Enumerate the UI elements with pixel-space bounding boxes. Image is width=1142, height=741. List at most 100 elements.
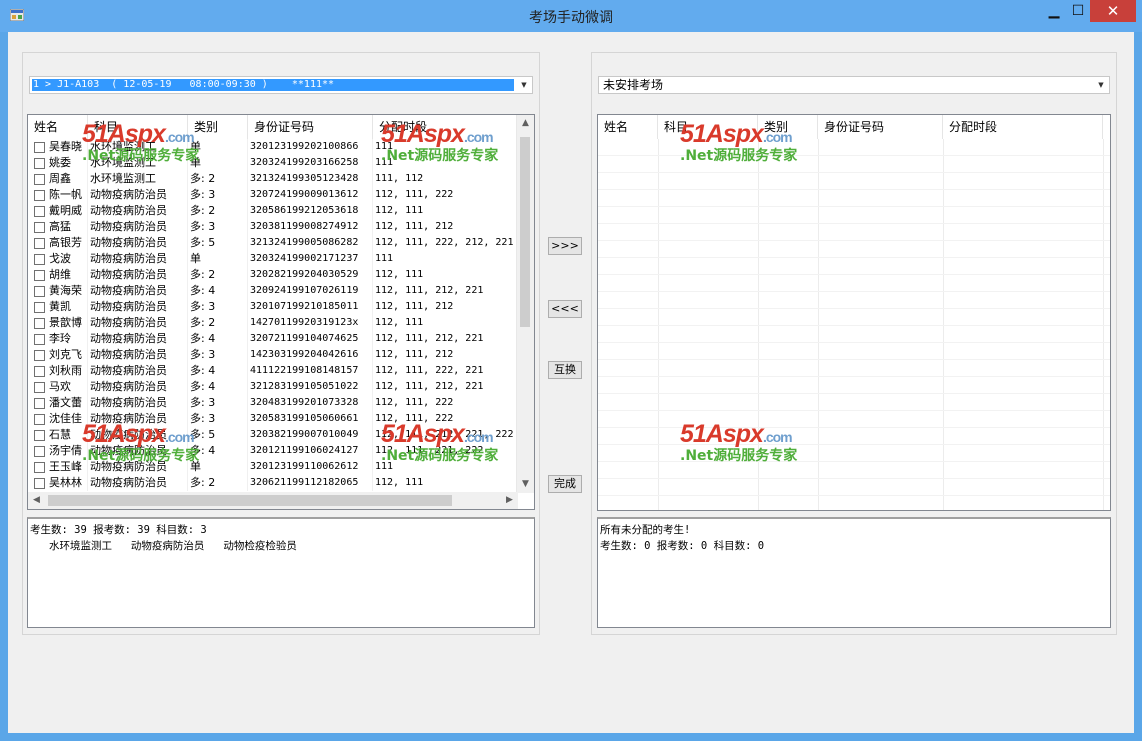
row-checkbox[interactable]	[34, 477, 45, 489]
move-left-button[interactable]: <<<	[548, 300, 582, 318]
left-vscroll-thumb[interactable]	[520, 137, 530, 327]
left-hscroll-thumb[interactable]	[48, 495, 452, 506]
scroll-up-icon[interactable]: ▲	[517, 115, 534, 132]
row-checkbox[interactable]	[34, 189, 45, 201]
col-subject[interactable]: 科目	[88, 115, 188, 139]
table-row[interactable]: 景歆博 动物疫病防治员 多: 2 14270119920319123x 112, 111	[28, 315, 534, 331]
left-summary-line-2: 水环境监测工 动物疫病防治员 动物检疫检验员	[30, 540, 297, 552]
table-row[interactable]: 姚委 水环境监测工单 320324199203166258 111	[28, 155, 534, 171]
scroll-left-icon[interactable]: ◀	[28, 492, 45, 509]
col-name[interactable]: 姓名	[598, 115, 658, 139]
col-period[interactable]: 分配时段	[943, 115, 1103, 139]
table-row[interactable]: 高猛 动物疫病防治员 多: 3 320381199008274912 112, 111,…	[28, 219, 534, 235]
table-row[interactable]: 石慧 动物疫病防治员 多: 5 320382199007010049 112, 111,…	[28, 427, 534, 443]
table-row[interactable]: 刘克飞 动物疫病防治员 多: 3 142303199204042616 112, 111…	[28, 347, 534, 363]
col-id[interactable]: 身份证号码	[248, 115, 373, 139]
row-checkbox[interactable]	[34, 205, 45, 217]
row-checkbox[interactable]	[34, 445, 45, 457]
table-row[interactable]: 汤宇倩 动物疫病防治员 多: 4 320121199106024127 112, 111…	[28, 443, 534, 459]
table-row[interactable]: 高银芳 动物疫病防治员 多: 5 321324199005086282 112, 111…	[28, 235, 534, 251]
cell-period: 112, 111, 212	[373, 299, 519, 315]
col-subject[interactable]: 科目	[658, 115, 758, 139]
table-row[interactable]: 吴林林 动物疫病防治员 多: 2 320621199112182065 112, 111	[28, 475, 534, 491]
cell-id: 320924199107026119	[248, 283, 373, 299]
cell-id: 14270119920319123x	[248, 315, 373, 331]
row-checkbox[interactable]	[34, 269, 45, 281]
row-checkbox[interactable]	[34, 317, 45, 329]
row-checkbox[interactable]	[34, 237, 45, 249]
empty-row	[598, 241, 1110, 258]
cell-period: 112, 111, 222	[373, 187, 519, 203]
table-row[interactable]: 戴明威 动物疫病防治员 多: 2 320586199212053618 112, 111	[28, 203, 534, 219]
scroll-right-icon[interactable]: ▶	[501, 492, 518, 509]
left-summary-box[interactable]: 考生数: 39 报考数: 39 科目数: 3 水环境监测工 动物疫病防治员 动物…	[27, 517, 535, 628]
table-row[interactable]: 周鑫 水环境监测工 多: 2 321324199305123428 111, 112	[28, 171, 534, 187]
empty-row	[598, 360, 1110, 377]
cell-name: 高银芳	[28, 235, 88, 251]
right-summary-box[interactable]: 所有未分配的考生! 考生数: 0 报考数: 0 科目数: 0	[597, 517, 1111, 628]
chevron-down-icon[interactable]: ▼	[518, 80, 530, 91]
row-checkbox[interactable]	[34, 429, 45, 441]
row-checkbox[interactable]	[34, 173, 45, 185]
empty-row	[598, 292, 1110, 309]
row-checkbox[interactable]	[34, 397, 45, 409]
left-student-grid[interactable]: 姓名 科目 类别 身份证号码 分配时段 吴春晓 水环境监测工单 3201231992…	[27, 114, 535, 510]
swap-button[interactable]: 互换	[548, 361, 582, 379]
row-checkbox[interactable]	[34, 349, 45, 361]
table-row[interactable]: 吴春晓 水环境监测工单 320123199202100866 111	[28, 139, 534, 155]
cell-type: 多: 5	[188, 427, 248, 443]
row-checkbox[interactable]	[34, 221, 45, 233]
row-checkbox[interactable]	[34, 253, 45, 265]
row-checkbox[interactable]	[34, 285, 45, 297]
table-row[interactable]: 王玉峰 动物疫病防治员单 320123199110062612 111	[28, 459, 534, 475]
row-checkbox[interactable]	[34, 157, 45, 169]
table-row[interactable]: 戈波 动物疫病防治员单 320324199002171237 111	[28, 251, 534, 267]
cell-id: 320721199104074625	[248, 331, 373, 347]
row-checkbox[interactable]	[34, 365, 45, 377]
cell-id: 320324199203166258	[248, 155, 373, 171]
table-row[interactable]: 李玲 动物疫病防治员 多: 4 320721199104074625 112, 111,…	[28, 331, 534, 347]
close-button[interactable]: ✕	[1090, 0, 1136, 22]
right-room-combo[interactable]: 未安排考场 ▼	[598, 76, 1110, 94]
cell-subject: 动物疫病防治员	[88, 395, 188, 411]
col-period[interactable]: 分配时段	[373, 115, 519, 139]
right-summary-line-2: 考生数: 0 报考数: 0 科目数: 0	[600, 540, 765, 552]
done-button[interactable]: 完成	[548, 475, 582, 493]
row-checkbox[interactable]	[34, 413, 45, 425]
row-checkbox[interactable]	[34, 461, 45, 473]
cell-name: 马欢	[28, 379, 88, 395]
close-icon: ✕	[1106, 2, 1120, 20]
move-right-button[interactable]: >>>	[548, 237, 582, 255]
table-row[interactable]: 马欢 动物疫病防治员 多: 4 321283199105051022 112, 111,…	[28, 379, 534, 395]
col-id[interactable]: 身份证号码	[818, 115, 943, 139]
table-row[interactable]: 黄海荣 动物疫病防治员 多: 4 320924199107026119 112, 111…	[28, 283, 534, 299]
col-type[interactable]: 类别	[188, 115, 248, 139]
empty-row	[598, 156, 1110, 173]
table-row[interactable]: 潘文蕾 动物疫病防治员 多: 3 320483199201073328 112, 111…	[28, 395, 534, 411]
table-row[interactable]: 陈一帆 动物疫病防治员 多: 3 320724199009013612 112, 111…	[28, 187, 534, 203]
maximize-button[interactable]: ☐	[1064, 0, 1092, 22]
cell-subject: 动物疫病防治员	[88, 475, 188, 491]
left-horizontal-scrollbar[interactable]: ◀ ▶	[28, 492, 518, 509]
cell-name: 黄海荣	[28, 283, 88, 299]
row-checkbox[interactable]	[34, 381, 45, 393]
left-vertical-scrollbar[interactable]: ▲ ▼	[516, 115, 534, 493]
col-type[interactable]: 类别	[758, 115, 818, 139]
right-student-grid[interactable]: 姓名 科目 类别 身份证号码 分配时段	[597, 114, 1111, 511]
cell-subject: 动物疫病防治员	[88, 235, 188, 251]
left-room-combo[interactable]: 1 > J1-A103 ( 12-05-19 08:00-09:30 ) **1…	[29, 76, 533, 94]
row-checkbox[interactable]	[34, 141, 45, 153]
row-checkbox[interactable]	[34, 301, 45, 313]
table-row[interactable]: 刘秋雨 动物疫病防治员 多: 4 411122199108148157 112, 111…	[28, 363, 534, 379]
table-row[interactable]: 黄凯 动物疫病防治员 多: 3 320107199210185011 112, 111,…	[28, 299, 534, 315]
table-row[interactable]: 沈佳佳 动物疫病防治员 多: 3 320583199105060661 112, 111…	[28, 411, 534, 427]
empty-row	[598, 326, 1110, 343]
row-checkbox[interactable]	[34, 333, 45, 345]
cell-name-text: 石慧	[49, 428, 71, 441]
cell-type: 多: 4	[188, 331, 248, 347]
table-row[interactable]: 胡维 动物疫病防治员 多: 2 320282199204030529 112, 111	[28, 267, 534, 283]
chevron-down-icon[interactable]: ▼	[1095, 80, 1107, 91]
cell-name: 黄凯	[28, 299, 88, 315]
scroll-down-icon[interactable]: ▼	[517, 476, 534, 493]
col-name[interactable]: 姓名	[28, 115, 88, 139]
